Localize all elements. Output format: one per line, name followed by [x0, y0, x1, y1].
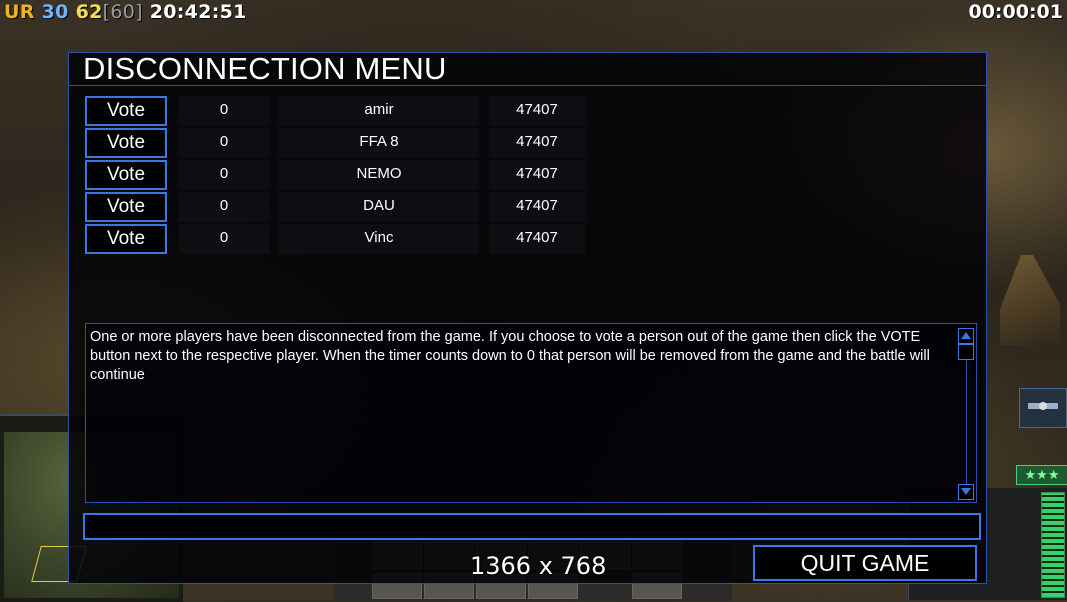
player-port: 47407	[489, 224, 585, 254]
chat-input[interactable]	[83, 513, 981, 540]
vote-button[interactable]: Vote	[85, 224, 167, 254]
resolution-overlay: 1366 x 768	[470, 552, 607, 580]
player-row: Vote 0 DAU 47407	[85, 192, 625, 222]
disconnect-message: One or more players have been disconnect…	[90, 329, 930, 383]
oil-derrick-structure	[1000, 255, 1060, 345]
fps-max: [60]	[102, 1, 143, 23]
vote-count: 0	[179, 128, 269, 158]
player-row: Vote 0 Vinc 47407	[85, 224, 625, 254]
disconnection-dialog: DISCONNECTION MENU Vote 0 amir 47407 Vot…	[68, 52, 987, 584]
player-row: Vote 0 amir 47407	[85, 96, 625, 126]
player-port: 47407	[489, 128, 585, 158]
player-row: Vote 0 FFA 8 47407	[85, 128, 625, 158]
player-port: 47407	[489, 192, 585, 222]
vote-count: 0	[179, 96, 269, 126]
player-name: Vinc	[279, 224, 479, 254]
player-port: 47407	[489, 160, 585, 190]
scrollbar-thumb[interactable]	[958, 344, 974, 360]
player-name: FFA 8	[279, 128, 479, 158]
hud-stats: UR 30 62[60] 20:42:51	[4, 1, 247, 23]
system-clock: 20:42:51	[149, 1, 247, 23]
player-name: NEMO	[279, 160, 479, 190]
player-row: Vote 0 NEMO 47407	[85, 160, 625, 190]
vote-count: 0	[179, 192, 269, 222]
vote-count: 0	[179, 160, 269, 190]
player-port: 47407	[489, 96, 585, 126]
scrollbar-track[interactable]	[966, 360, 967, 484]
title-divider	[69, 85, 986, 86]
player-name: amir	[279, 96, 479, 126]
vote-button[interactable]: Vote	[85, 192, 167, 222]
arrow-up-icon	[961, 332, 971, 339]
message-box: One or more players have been disconnect…	[85, 323, 977, 503]
quit-game-button[interactable]: QUIT GAME	[753, 545, 977, 581]
vote-button[interactable]: Vote	[85, 128, 167, 158]
arrow-down-icon	[961, 488, 971, 495]
rank-stars: ★★★	[1016, 465, 1067, 485]
faction-label: UR	[4, 1, 35, 23]
scroll-up-button[interactable]	[958, 328, 974, 344]
vote-button[interactable]: Vote	[85, 96, 167, 126]
scroll-down-button[interactable]	[958, 484, 974, 500]
player-name: DAU	[279, 192, 479, 222]
game-timer: 00:00:01	[968, 1, 1063, 23]
dialog-title: DISCONNECTION MENU	[83, 51, 447, 86]
power-meter	[1041, 492, 1065, 598]
fps-value: 62	[75, 1, 103, 23]
vote-button[interactable]: Vote	[85, 160, 167, 190]
units-count: 30	[41, 1, 69, 23]
vote-count: 0	[179, 224, 269, 254]
satellite-icon[interactable]	[1019, 388, 1067, 428]
